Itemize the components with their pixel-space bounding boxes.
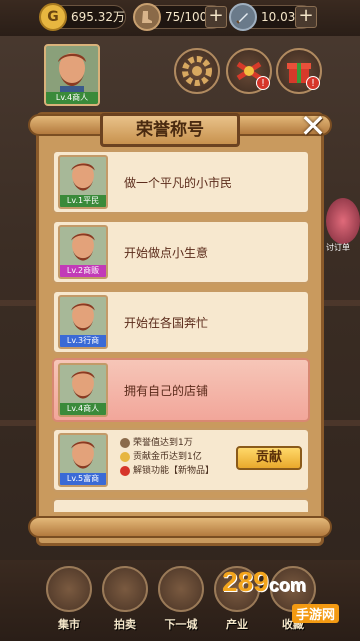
- title-list[interactable]: Lv.1平民 做一个平凡的小市民 Lv.2商贩 开始做点小生意 Lv.3行商 开…: [52, 150, 310, 512]
- settings-button[interactable]: [174, 48, 220, 94]
- market-icon: [46, 566, 92, 612]
- level-tag: Lv.4商人: [60, 403, 106, 415]
- gear-icon: [182, 56, 212, 86]
- notification-badge-gift: !: [306, 76, 320, 90]
- sword-icon: [229, 3, 257, 31]
- merchant-portrait-icon: Lv.2商贩: [58, 225, 108, 279]
- panel-title: 荣誉称号: [100, 113, 240, 147]
- notification-badge: !: [256, 76, 270, 90]
- power-resource: 10.03万 +: [229, 3, 317, 31]
- stamina-resource: 75/100 +: [133, 3, 227, 31]
- merchant-portrait-icon: [58, 53, 86, 96]
- merchant-portrait-icon: Lv.4商人: [58, 363, 108, 417]
- level-tag: Lv.1平民: [60, 195, 106, 207]
- stamina-value: 75/100: [165, 10, 208, 24]
- requirement-row: 荣誉值达到1万: [120, 436, 214, 450]
- boot-stamina-icon: [133, 3, 161, 31]
- level-tag: Lv.3行商: [60, 335, 106, 347]
- nav-market[interactable]: 集市: [42, 566, 96, 636]
- unlock-icon: [120, 466, 130, 476]
- title-card-1: Lv.1平民 做一个平凡的小市民: [52, 150, 310, 214]
- gold-value: 695.32万: [71, 10, 125, 24]
- nav-auction[interactable]: 拍卖: [98, 566, 152, 636]
- level-tag: Lv.5富商: [60, 473, 106, 485]
- next-city-icon: [158, 566, 204, 612]
- requirement-row: 解锁功能【新物品】: [120, 464, 214, 478]
- honor-icon: [120, 438, 130, 448]
- player-avatar[interactable]: Lv.4商人: [44, 44, 100, 106]
- scroll-bottom-roll: [28, 516, 332, 538]
- player-level-tag: Lv.4商人: [46, 92, 98, 104]
- title-name: 拥有自己的店铺: [124, 384, 209, 398]
- merchant-portrait-icon: Lv.1平民: [58, 155, 108, 209]
- nav-next-city[interactable]: 下一城: [154, 566, 208, 636]
- title-card-3: Lv.3行商 开始在各国奔忙: [52, 290, 310, 354]
- add-power-button[interactable]: +: [295, 6, 317, 28]
- title-card-6-partial: [52, 498, 310, 512]
- donate-button[interactable]: 贡献: [236, 446, 302, 470]
- title-name: 开始做点小生意: [124, 246, 209, 260]
- title-card-2: Lv.2商贩 开始做点小生意: [52, 220, 310, 284]
- merchant-portrait-icon: Lv.3行商: [58, 295, 108, 349]
- title-name: 做一个平凡的小市民: [124, 176, 233, 190]
- coin-icon: [120, 452, 130, 462]
- side-character-portrait[interactable]: [326, 198, 360, 244]
- requirements-list: 荣誉值达到1万 贡献金币达到1亿 解锁功能【新物品】: [120, 436, 214, 478]
- add-stamina-button[interactable]: +: [205, 6, 227, 28]
- merchant-portrait-icon: Lv.5富商: [58, 433, 108, 487]
- auction-hammer-icon: [102, 566, 148, 612]
- close-button[interactable]: ✕: [296, 110, 330, 142]
- level-tag: Lv.2商贩: [60, 265, 106, 277]
- title-card-5-next: Lv.5富商 荣誉值达到1万 贡献金币达到1亿 解锁功能【新物品】 贡献: [52, 428, 310, 492]
- title-card-4-current: Lv.4商人 拥有自己的店铺: [52, 358, 310, 422]
- requirement-row: 贡献金币达到1亿: [120, 450, 214, 464]
- top-resource-bar: G 695.32万 75/100 + 10.03万 +: [0, 0, 360, 36]
- side-label: 讨订单: [326, 243, 350, 252]
- gold-resource: G 695.32万: [39, 3, 126, 31]
- watermark-sub: 手游网: [292, 604, 340, 623]
- title-name: 开始在各国奔忙: [124, 316, 209, 330]
- gold-coin-icon: G: [39, 3, 67, 31]
